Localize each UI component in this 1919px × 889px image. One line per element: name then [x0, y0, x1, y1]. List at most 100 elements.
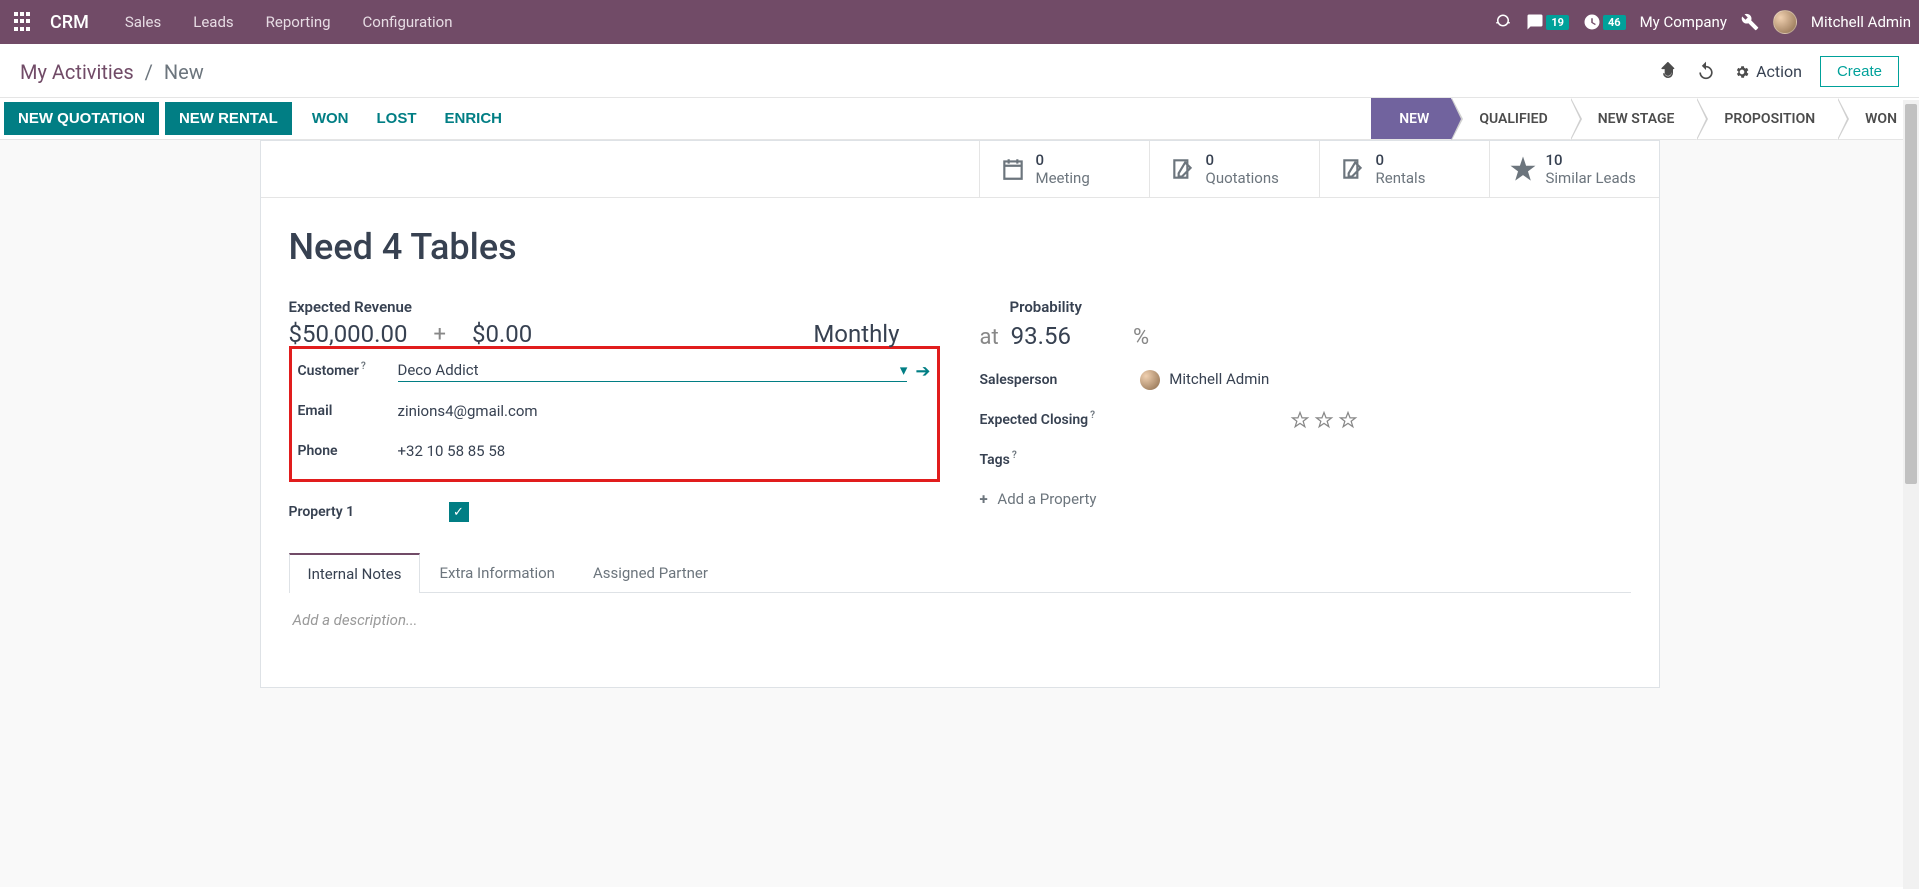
salesperson-avatar [1140, 370, 1160, 390]
stat-similar-label: Similar Leads [1546, 169, 1636, 187]
nav-sales[interactable]: Sales [111, 13, 175, 31]
priority-stars[interactable] [1290, 410, 1631, 430]
apps-icon[interactable] [14, 12, 34, 32]
probability-row: at 93.56 % [980, 322, 1631, 350]
customer-row: Customer? Deco Addict ▾ ➔ [298, 353, 931, 389]
nav-left: CRM Sales Leads Reporting Configuration [8, 12, 467, 33]
stat-similar-leads[interactable]: 10 Similar Leads [1489, 141, 1659, 197]
revenue-value[interactable]: $50,000.00 [289, 320, 408, 348]
star-icon[interactable] [1314, 410, 1334, 430]
right-col: Probability at 93.56 % Salesperson Mitch… [980, 298, 1631, 534]
external-link-icon[interactable]: ➔ [915, 361, 930, 382]
stage-new[interactable]: NEW [1371, 98, 1451, 139]
company-switcher[interactable]: My Company [1640, 13, 1727, 31]
left-col: Expected Revenue $50,000.00 + $0.00 Mont… [289, 298, 940, 534]
stat-meeting-count: 0 [1036, 151, 1090, 169]
star-icon[interactable] [1290, 410, 1310, 430]
property1-checkbox[interactable]: ✓ [449, 502, 469, 522]
breadcrumb-current: New [164, 60, 204, 84]
email-value[interactable]: zinions4@gmail.com [398, 402, 931, 420]
revenue-plus: + [433, 322, 445, 347]
tab-internal-notes[interactable]: Internal Notes [289, 553, 421, 593]
phone-icon[interactable] [1494, 13, 1512, 31]
scrollbar[interactable] [1903, 100, 1919, 889]
create-button[interactable]: Create [1820, 56, 1899, 87]
form-body: Need 4 Tables Expected Revenue $50,000.0… [261, 198, 1659, 687]
highlight-box: Customer? Deco Addict ▾ ➔ Email zinions4… [289, 346, 940, 482]
star-icon [1510, 156, 1536, 182]
customer-value: Deco Addict [398, 361, 479, 379]
salesperson-value: Mitchell Admin [1169, 370, 1269, 388]
won-button[interactable]: WON [298, 102, 363, 135]
stage-new-stage[interactable]: NEW STAGE [1570, 98, 1697, 139]
stat-meeting-label: Meeting [1036, 169, 1090, 187]
dropdown-caret-icon[interactable]: ▾ [900, 361, 908, 379]
phone-row: Phone +32 10 58 85 58 [298, 433, 931, 469]
edit-icon [1170, 156, 1196, 182]
stat-row: 0 Meeting 0 Quotations 0 Rentals [261, 141, 1659, 198]
nav-reporting[interactable]: Reporting [252, 13, 345, 31]
stage-qualified[interactable]: QUALIFIED [1451, 98, 1569, 139]
user-avatar[interactable] [1773, 10, 1797, 34]
enrich-button[interactable]: ENRICH [431, 102, 517, 135]
closing-label: Expected Closing? [980, 412, 1140, 428]
phone-label: Phone [298, 443, 398, 459]
gear-icon [1734, 64, 1750, 80]
user-name[interactable]: Mitchell Admin [1811, 13, 1911, 31]
stat-meeting[interactable]: 0 Meeting [979, 141, 1149, 197]
lost-button[interactable]: LOST [363, 102, 431, 135]
discard-icon[interactable] [1696, 60, 1716, 84]
stat-rentals-count: 0 [1376, 151, 1426, 169]
edit-icon [1340, 156, 1366, 182]
messages-icon[interactable]: 19 [1526, 13, 1569, 31]
calendar-icon [1000, 156, 1026, 182]
closing-row: Expected Closing? [980, 402, 1631, 438]
email-row: Email zinions4@gmail.com [298, 393, 931, 429]
breadcrumb-link[interactable]: My Activities [20, 60, 134, 84]
probability-pct: % [1133, 325, 1149, 350]
priority-field[interactable] [1140, 410, 1631, 430]
nav-configuration[interactable]: Configuration [349, 13, 467, 31]
expected-revenue-label: Expected Revenue [289, 298, 940, 316]
action-buttons: NEW QUOTATION NEW RENTAL WON LOST ENRICH [4, 102, 516, 135]
cp-right: Action Create [1658, 56, 1899, 87]
tab-content: Add a description... [289, 593, 1631, 647]
star-icon[interactable] [1338, 410, 1358, 430]
new-quotation-button[interactable]: NEW QUOTATION [4, 102, 159, 135]
description-field[interactable]: Add a description... [293, 611, 1627, 629]
new-rental-button[interactable]: NEW RENTAL [165, 102, 292, 135]
stat-rentals[interactable]: 0 Rentals [1319, 141, 1489, 197]
tags-row: Tags? [980, 442, 1631, 478]
form-sheet: 0 Meeting 0 Quotations 0 Rentals [260, 140, 1660, 688]
nav-leads[interactable]: Leads [179, 13, 247, 31]
activities-badge: 46 [1603, 15, 1626, 30]
action-label: Action [1756, 62, 1802, 81]
activities-icon[interactable]: 46 [1583, 13, 1626, 31]
stat-quotations[interactable]: 0 Quotations [1149, 141, 1319, 197]
probability-at: at [980, 325, 999, 350]
tab-assigned-partner[interactable]: Assigned Partner [574, 553, 727, 593]
tags-label: Tags? [980, 452, 1140, 468]
salesperson-field[interactable]: Mitchell Admin [1140, 370, 1631, 390]
probability-value[interactable]: 93.56 [1011, 322, 1071, 350]
stage-proposition[interactable]: PROPOSITION [1696, 98, 1837, 139]
nav-brand[interactable]: CRM [50, 12, 89, 33]
stat-rentals-label: Rentals [1376, 169, 1426, 187]
add-property-button[interactable]: + Add a Property [980, 490, 1631, 508]
revenue-recurring[interactable]: $0.00 [472, 320, 532, 348]
debug-icon[interactable] [1741, 13, 1759, 31]
property1-label: Property 1 [289, 504, 449, 520]
save-icon[interactable] [1658, 60, 1678, 84]
record-title[interactable]: Need 4 Tables [289, 226, 1631, 268]
property1-row: Property 1 ✓ [289, 494, 940, 530]
revenue-period[interactable]: Monthly [813, 320, 939, 348]
tab-extra-information[interactable]: Extra Information [420, 553, 573, 593]
control-panel: My Activities / New Action Create [0, 44, 1919, 98]
form-container: 0 Meeting 0 Quotations 0 Rentals [0, 140, 1919, 887]
scrollbar-thumb[interactable] [1905, 104, 1917, 484]
phone-value[interactable]: +32 10 58 85 58 [398, 442, 931, 460]
customer-field[interactable]: Deco Addict ▾ [398, 361, 908, 382]
action-menu[interactable]: Action [1734, 62, 1802, 81]
add-property-label: Add a Property [997, 490, 1096, 508]
tabs: Internal Notes Extra Information Assigne… [289, 552, 1631, 593]
